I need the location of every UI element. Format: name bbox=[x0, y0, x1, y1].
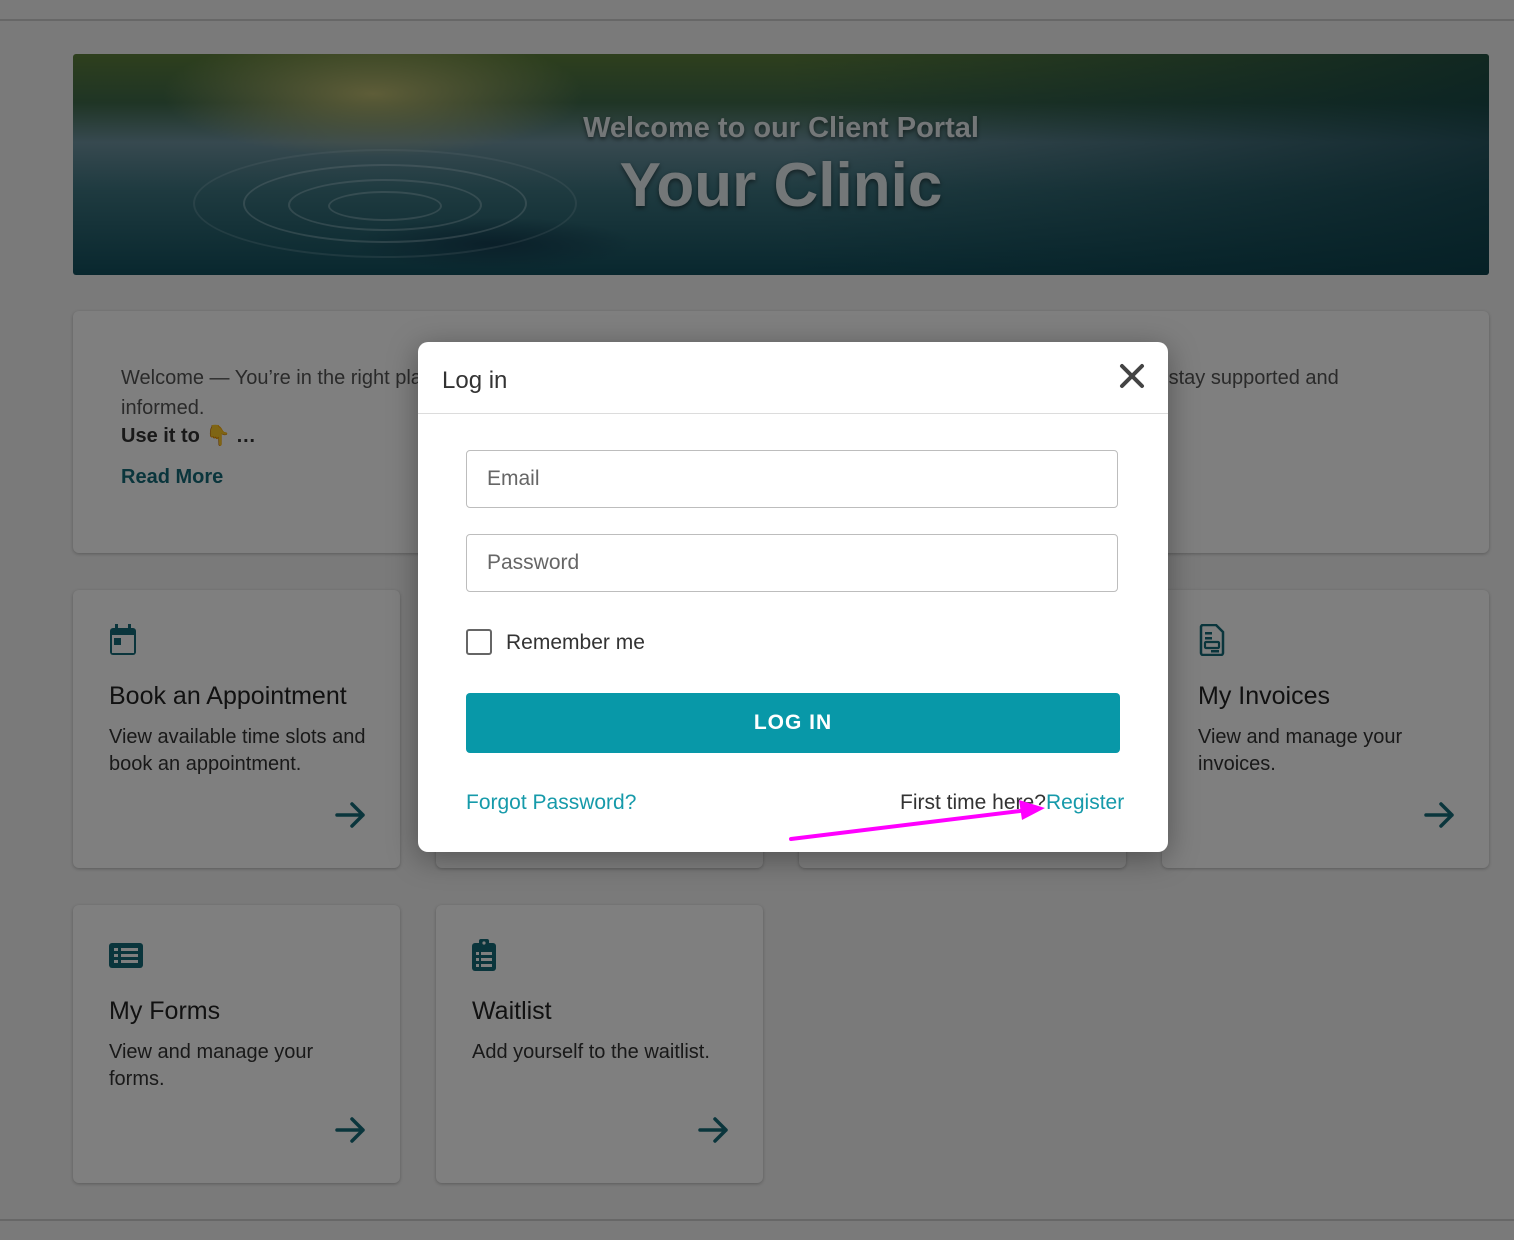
login-modal: Log in Remember me LOG IN Forgot Passwor… bbox=[418, 342, 1168, 852]
modal-title: Log in bbox=[442, 367, 508, 394]
modal-header: Log in bbox=[418, 342, 1168, 414]
login-button[interactable]: LOG IN bbox=[466, 693, 1120, 753]
first-time-text: First time here? bbox=[900, 791, 1046, 814]
close-icon[interactable] bbox=[1118, 362, 1146, 390]
email-field[interactable] bbox=[466, 450, 1118, 508]
register-link[interactable]: Register bbox=[1046, 791, 1124, 815]
password-field[interactable] bbox=[466, 534, 1118, 592]
forgot-password-link[interactable]: Forgot Password? bbox=[466, 791, 636, 815]
remember-me-label[interactable]: Remember me bbox=[506, 631, 645, 655]
remember-me-checkbox[interactable] bbox=[466, 629, 492, 655]
